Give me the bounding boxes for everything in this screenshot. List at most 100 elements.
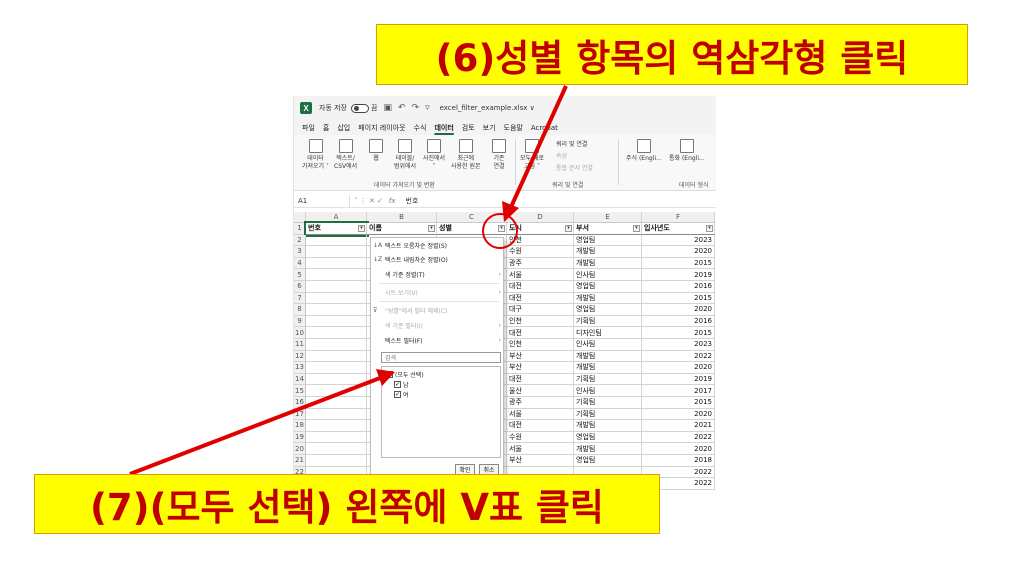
select-all-corner[interactable] [294,212,306,223]
column-header-b[interactable]: B [367,212,437,223]
redo-icon[interactable]: ↷ [412,103,420,113]
from-table-button[interactable]: 테이블/ 범위에서 [394,139,416,171]
row-header[interactable]: 14 [294,373,306,386]
filter-dropdown-button[interactable]: ▾ [358,225,365,232]
table-cell[interactable] [306,315,367,328]
table-cell[interactable]: 인사팀 [574,269,642,281]
table-cell[interactable] [306,373,367,386]
table-cell[interactable]: 인사팀 [574,385,642,397]
table-cell[interactable] [306,431,367,444]
table-cell[interactable]: 2016 [642,315,715,328]
table-cell[interactable]: 광주 [507,257,574,270]
get-data-button[interactable]: 데이터 가져오기 ˅ [302,139,329,171]
tab-home[interactable]: 홈 [323,123,329,133]
filter-dropdown-button[interactable]: ▾ [565,225,572,232]
table-cell[interactable] [306,443,367,455]
tab-file[interactable]: 파일 [302,123,315,133]
table-cell[interactable]: 2023 [642,234,715,247]
table-cell[interactable]: 영업팀 [574,234,642,247]
header-cell-e[interactable]: 부서 ▾ [574,223,642,235]
row-header[interactable]: 5 [294,269,306,281]
table-cell[interactable]: 수원 [507,431,574,444]
formula-input[interactable]: 번호 [406,196,419,206]
table-cell[interactable]: 개발팀 [574,362,642,374]
female-checkbox[interactable]: ✓ [394,391,401,398]
female-option[interactable]: ✓ 여 [394,390,409,399]
column-header-d[interactable]: D [507,212,574,223]
table-cell[interactable]: 서울 [507,408,574,421]
refresh-all-button[interactable]: 모두 새로 고침 ˅ [520,139,544,171]
table-cell[interactable]: 기획팀 [574,373,642,386]
table-cell[interactable]: 개발팀 [574,350,642,363]
table-cell[interactable]: 2020 [642,443,715,455]
table-cell[interactable]: 영업팀 [574,455,642,467]
row-header[interactable]: 10 [294,327,306,339]
tab-view[interactable]: 보기 [483,123,496,133]
row-header[interactable]: 19 [294,431,306,444]
table-cell[interactable]: 2016 [642,281,715,293]
table-cell[interactable] [306,257,367,270]
header-cell-a[interactable]: 번호 ▾ [304,221,369,237]
sort-by-color-item[interactable]: 색 기준 정렬(T) › [371,269,505,280]
select-all-option[interactable]: ✓ (모두 선택) [386,370,424,379]
table-cell[interactable] [306,455,367,467]
row-header[interactable]: 9 [294,315,306,328]
table-cell[interactable]: 서울 [507,443,574,455]
row-header[interactable]: 6 [294,281,306,293]
table-cell[interactable]: 인천 [507,315,574,328]
table-cell[interactable] [306,362,367,374]
save-icon[interactable]: ▣ [383,103,392,113]
table-cell[interactable]: 부산 [507,362,574,374]
header-cell-c[interactable]: 성별 ▾ [437,223,507,235]
tab-acrobat[interactable]: Acrobat [531,124,558,132]
table-cell[interactable]: 인천 [507,339,574,351]
table-cell[interactable] [306,304,367,316]
table-cell[interactable]: 2021 [642,420,715,432]
filter-search-input[interactable]: 검색 [381,352,501,363]
male-checkbox[interactable]: ✓ [394,381,401,388]
file-name[interactable]: excel_filter_example.xlsx ∨ [440,104,535,112]
row-header[interactable]: 12 [294,350,306,363]
table-cell[interactable] [306,292,367,305]
recent-sources-button[interactable]: 최근에 사용한 원본 [451,139,481,171]
column-header-a[interactable]: A [306,212,367,223]
table-cell[interactable]: 광주 [507,397,574,409]
table-cell[interactable]: 2017 [642,385,715,397]
row-header[interactable]: 11 [294,339,306,351]
from-web-button[interactable]: 웹 [369,139,383,163]
row-header[interactable]: 21 [294,455,306,467]
tab-help[interactable]: 도움말 [504,123,523,133]
table-cell[interactable]: 2015 [642,397,715,409]
sheet-view-item[interactable]: 시트 보기(V) › [371,287,505,298]
table-cell[interactable]: 2015 [642,257,715,270]
table-cell[interactable]: 2018 [642,455,715,467]
table-cell[interactable]: 대전 [507,327,574,339]
table-cell[interactable]: 울산 [507,385,574,397]
table-cell[interactable] [306,339,367,351]
filter-dropdown-button[interactable]: ▾ [428,225,435,232]
table-cell[interactable] [306,350,367,363]
row-header[interactable]: 8 [294,304,306,316]
row-header[interactable]: 4 [294,257,306,270]
table-cell[interactable]: 인사팀 [574,339,642,351]
table-cell[interactable]: 영업팀 [574,304,642,316]
row-header[interactable]: 7 [294,292,306,305]
from-picture-button[interactable]: 사진에서 ˅ [423,139,445,171]
header-cell-b[interactable]: 이름 ▾ [367,223,437,235]
table-cell[interactable]: 기획팀 [574,397,642,409]
table-cell[interactable]: 개발팀 [574,420,642,432]
filter-dropdown-button[interactable]: ▾ [498,225,505,232]
table-cell[interactable] [306,408,367,421]
header-cell-f[interactable]: 입사년도 ▾ [642,223,715,235]
row-header[interactable]: 15 [294,385,306,397]
table-cell[interactable]: 개발팀 [574,257,642,270]
filter-dropdown-button[interactable]: ▾ [633,225,640,232]
row-header[interactable]: 18 [294,420,306,432]
table-cell[interactable]: 영업팀 [574,281,642,293]
formula-controls[interactable]: ˅ ⋮ ✕ ✓ [354,197,383,205]
row-header[interactable]: 13 [294,362,306,374]
row-header[interactable]: 17 [294,408,306,421]
table-cell[interactable]: 부산 [507,455,574,467]
select-all-checkbox[interactable]: ✓ [386,371,393,378]
table-cell[interactable]: 2023 [642,339,715,351]
